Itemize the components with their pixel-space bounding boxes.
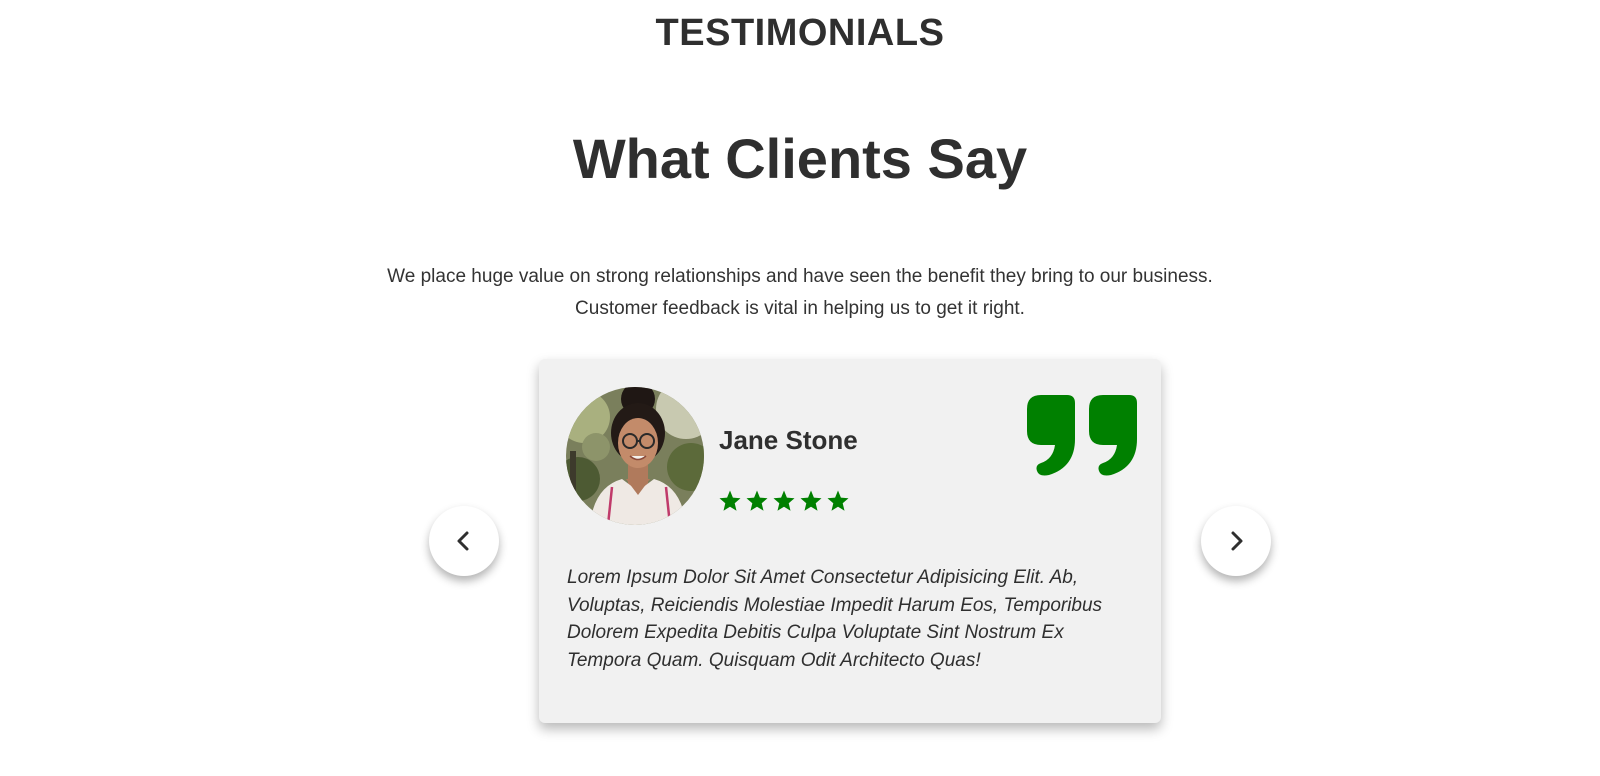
chevron-right-icon	[1231, 531, 1243, 551]
section-headline: What Clients Say	[572, 127, 1028, 190]
subtitle-line-2: Customer feedback is vital in helping us…	[575, 298, 1025, 319]
next-testimonial-button[interactable]	[1201, 506, 1271, 576]
chevron-left-icon	[457, 531, 469, 551]
star-icon	[718, 489, 742, 513]
rating-stars	[718, 489, 850, 513]
star-icon	[745, 489, 769, 513]
subtitle-line-1: We place huge value on strong relationsh…	[387, 266, 1213, 287]
section-subtitle: We place huge value on strong relationsh…	[0, 261, 1600, 325]
avatar	[566, 387, 704, 525]
star-icon	[799, 489, 823, 513]
avatar-photo	[566, 387, 704, 525]
testimonial-card: Jane Stone Lorem Ipsum Dolor Sit Amet Co…	[539, 359, 1161, 723]
testimonial-text: Lorem Ipsum Dolor Sit Amet Consectetur A…	[567, 567, 1103, 671]
star-icon	[772, 489, 796, 513]
quote-icon	[1027, 395, 1141, 477]
previous-testimonial-button[interactable]	[429, 506, 499, 576]
section-eyebrow: TESTIMONIALS	[655, 12, 945, 54]
reviewer-name: Jane Stone	[719, 425, 858, 455]
testimonials-section: TESTIMONIALS What Clients Say We place h…	[0, 0, 1600, 776]
star-icon	[826, 489, 850, 513]
